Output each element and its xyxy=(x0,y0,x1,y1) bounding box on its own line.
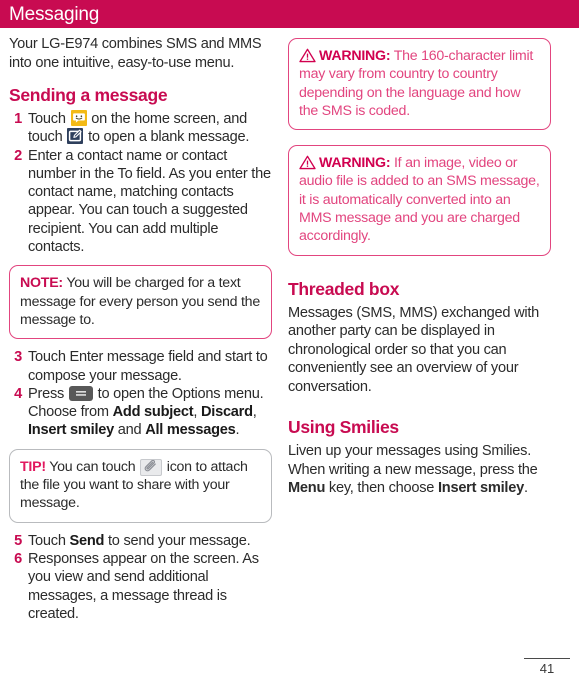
left-column: Your LG-E974 combines SMS and MMS into o… xyxy=(9,35,272,623)
section-heading-threaded-box: Threaded box xyxy=(288,278,400,299)
messaging-smiley-icon xyxy=(70,110,87,126)
step1-text-c: to open a blank message. xyxy=(84,129,250,146)
step4-sep-4: . xyxy=(235,422,240,439)
hamburger-menu-icon xyxy=(68,385,93,401)
step-item: 2 Enter a contact name or contact number… xyxy=(9,147,272,257)
note-callout-box: NOTE: You will be charged for a text mes… xyxy=(9,265,272,340)
compose-message-icon xyxy=(67,128,84,145)
step-number: 3 xyxy=(14,349,22,366)
step-text: Enter a contact name or contact number i… xyxy=(28,147,271,256)
step-item: 1 Touch on the home screen, and touch to… xyxy=(9,110,272,147)
step4-bold-all-messages: All messages xyxy=(145,422,236,439)
right-column: WARNING: The 160-character limit may var… xyxy=(288,35,551,498)
step4-text-a: Press xyxy=(28,385,68,402)
step5-bold-send: Send xyxy=(69,532,105,549)
step-item: 3 Touch Enter message field and start to… xyxy=(9,348,272,385)
steps-list-part3: 5 Touch Send to send your message. 6 Res… xyxy=(9,532,272,623)
page-header-bar: Messaging xyxy=(0,0,579,28)
step-number: 4 xyxy=(14,385,22,402)
step4-bold-discard: Discard xyxy=(200,404,253,421)
page-footer: 41 xyxy=(524,658,570,676)
step-number: 6 xyxy=(14,550,22,567)
using-smilies-paragraph: Liven up your messages using Smilies. Wh… xyxy=(288,442,551,498)
smilies-bold-menu: Menu xyxy=(288,480,326,497)
step-number: 5 xyxy=(14,532,22,549)
step-text: Touch Send to send your message. xyxy=(28,532,272,550)
smilies-text-1: Liven up your messages using Smilies. Wh… xyxy=(288,443,538,478)
smilies-bold-insert-smiley: Insert smiley xyxy=(437,480,524,497)
threaded-box-paragraph: Messages (SMS, MMS) exchanged with anoth… xyxy=(288,304,540,395)
tip-text-a: You can touch xyxy=(45,458,140,475)
step-text: Press to open the Options menu. Choose f… xyxy=(28,385,272,440)
step4-bold-insert-smiley: Insert smiley xyxy=(28,422,114,439)
smilies-text-2: key, then choose xyxy=(325,480,438,497)
page-number: 41 xyxy=(539,661,555,676)
steps-list-part2: 3 Touch Enter message field and start to… xyxy=(9,348,272,439)
content-columns: Your LG-E974 combines SMS and MMS into o… xyxy=(0,28,579,623)
step-number: 1 xyxy=(14,111,22,127)
page-title: Messaging xyxy=(9,3,100,25)
footer-rule xyxy=(524,658,570,659)
intro-paragraph: Your LG-E974 combines SMS and MMS into o… xyxy=(9,36,262,71)
smilies-text-3: . xyxy=(523,480,528,497)
steps-list-part1: 1 Touch on the home screen, and touch to… xyxy=(9,110,272,256)
step-item: 6 Responses appear on the screen. As you… xyxy=(9,550,272,623)
step4-sep-3: and xyxy=(113,422,146,439)
step-text: Touch on the home screen, and touch to o… xyxy=(28,110,272,147)
warning-callout-box-1: WARNING: The 160-character limit may var… xyxy=(288,38,551,131)
step4-sep-2: , xyxy=(252,404,257,421)
tip-label: TIP! xyxy=(20,458,46,475)
warning-callout-box-2: WARNING: If an image, video or audio fil… xyxy=(288,145,551,256)
warning-triangle-icon xyxy=(299,48,316,63)
step-item: 5 Touch Send to send your message. xyxy=(9,532,272,550)
step5-text-a: Touch xyxy=(28,532,70,549)
warning-label-2: WARNING: xyxy=(319,155,391,172)
tip-callout-box: TIP! You can touch icon to attach the fi… xyxy=(9,448,272,523)
step-text: Responses appear on the screen. As you v… xyxy=(28,550,259,622)
step1-text-a: Touch xyxy=(28,111,70,127)
warning-triangle-icon xyxy=(299,155,316,170)
step-number: 2 xyxy=(14,147,22,164)
step4-bold-add-subject: Add subject xyxy=(112,404,194,421)
section-heading-sending-a-message: Sending a message xyxy=(9,85,168,105)
section-heading-using-smilies: Using Smilies xyxy=(288,417,399,438)
step5-text-b: to send your message. xyxy=(104,532,251,549)
step-text: Touch Enter message field and start to c… xyxy=(28,349,268,384)
step4-sep-1: , xyxy=(193,404,201,421)
paperclip-icon xyxy=(140,458,163,476)
step-item: 4 Press to open the Options menu. Choose… xyxy=(9,385,272,440)
note-label: NOTE: xyxy=(20,275,63,292)
warning-label-1: WARNING: xyxy=(319,48,391,64)
